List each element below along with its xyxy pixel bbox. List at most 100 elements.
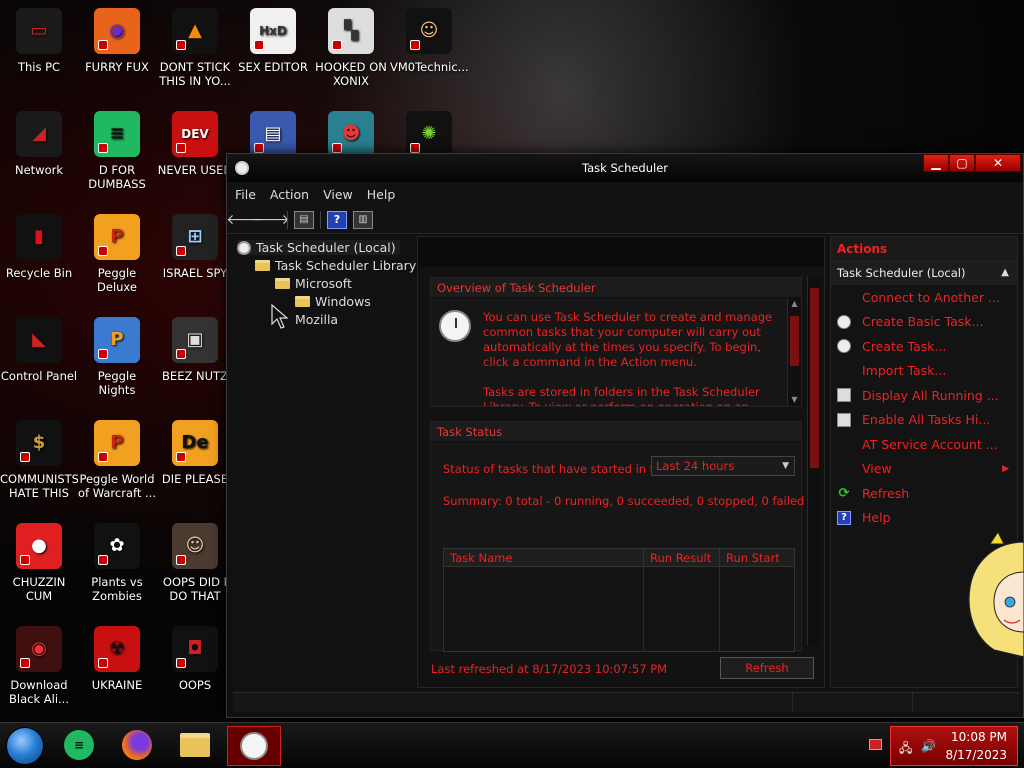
desktop-icon[interactable]: $ COMMUNISTS HATE THIS G... (0, 420, 78, 502)
clock-date[interactable]: 8/17/2023 (945, 748, 1007, 762)
desktop-icon[interactable]: De DIE PLEASE (156, 420, 234, 486)
shortcut-badge-icon (98, 452, 108, 462)
menu-action[interactable]: Action (270, 187, 309, 202)
desktop-icon-label: This PC (17, 60, 61, 74)
action-center-flag-icon[interactable] (869, 739, 882, 750)
column-run-start[interactable]: Run Start (720, 549, 794, 566)
action-item[interactable]: Create Basic Task... (831, 310, 1017, 335)
shortcut-badge-icon (20, 658, 30, 668)
actions-group-header[interactable]: Task Scheduler (Local) ▲ (831, 261, 1017, 285)
system-tray: 🖧 🔊 10:08 PM 8/17/2023 (890, 726, 1018, 766)
desktop-icon[interactable]: ☺ VM0Technic... (390, 8, 468, 74)
desktop-icon[interactable]: ● CHUZZIN CUM (0, 523, 78, 603)
shortcut-badge-icon (254, 40, 264, 50)
close-button[interactable]: ✕ (975, 154, 1021, 172)
action-item[interactable]: Connect to Another ... (831, 285, 1017, 310)
overview-paragraph: Tasks are stored in folders in the Task … (483, 385, 760, 406)
action-item[interactable]: Import Task... (831, 359, 1017, 384)
tree-item-task-scheduler-local[interactable]: Task Scheduler (Local) (237, 240, 400, 255)
desktop-icon[interactable]: ▭ This PC (0, 8, 78, 74)
desktop-icon[interactable]: ◘ OOPS (156, 626, 234, 692)
peggle-nights-icon: P (94, 317, 140, 363)
taskbar-chat-app-icon[interactable]: ≡ (62, 728, 96, 762)
table-body[interactable] (444, 567, 794, 651)
desktop-icon[interactable]: P Peggle Deluxe (78, 214, 156, 294)
action-item[interactable]: Display All Running ... (831, 383, 1017, 408)
tree-item-microsoft[interactable]: Microsoft (275, 276, 352, 291)
overview-scrollbar[interactable]: ▲ ▼ (787, 298, 801, 406)
action-item[interactable]: ? Help (831, 506, 1017, 531)
desktop-icon[interactable]: ✿ Plants vs Zombies (78, 523, 156, 603)
desktop-icon-label: OOPS (178, 678, 212, 692)
status-range-select[interactable]: Last 24 hours ▼ (651, 456, 795, 476)
minimize-button[interactable]: ▁ (923, 154, 949, 172)
desktop-icon[interactable]: ▲ DONT STICK THIS IN YO... (156, 8, 234, 88)
hxd-icon: HxD (250, 8, 296, 54)
desktop-icon[interactable]: ◣ Control Panel (0, 317, 78, 383)
cartoon-character-icon (968, 532, 1024, 658)
desktop-icon[interactable]: P Peggle World of Warcraft ... (78, 420, 156, 500)
scroll-down-icon[interactable]: ▼ (788, 394, 801, 406)
taskbar-task-scheduler-icon[interactable] (227, 726, 281, 766)
action-item[interactable]: Enable All Tasks Hi... (831, 408, 1017, 433)
task-status-header[interactable]: Task Status (431, 422, 801, 442)
action-item[interactable]: ⟳ Refresh (831, 481, 1017, 506)
maximize-button[interactable]: ▢ (949, 154, 975, 172)
tree-item-windows[interactable]: Windows (295, 294, 371, 309)
menu-view[interactable]: View (323, 187, 353, 202)
scroll-thumb[interactable] (810, 288, 819, 468)
actions-group-label: Task Scheduler (Local) (837, 266, 966, 280)
desktop-icon[interactable]: ≡ D FOR DUMBASS (78, 111, 156, 191)
taskbar-firefox-icon[interactable] (120, 728, 154, 762)
toolbar-divider (320, 210, 321, 229)
shortcut-badge-icon (98, 349, 108, 359)
shortcut-badge-icon (254, 143, 264, 153)
action-item[interactable]: View ▶ (831, 457, 1017, 482)
clock-time[interactable]: 10:08 PM (951, 730, 1007, 744)
desktop-icon[interactable]: DEV NEVER USED (156, 111, 234, 177)
desktop-icon[interactable]: P Peggle Nights Deluxe (78, 317, 156, 399)
desktop-icon[interactable]: HxD SEX EDITOR (234, 8, 312, 74)
lime-icon: ✺ (406, 111, 452, 157)
show-hide-console-tree-icon[interactable]: ▤ (294, 210, 314, 229)
show-hide-action-pane-icon[interactable]: ▥ (353, 210, 373, 229)
desktop-icon[interactable]: ◢ Network (0, 111, 78, 177)
desktop-icon-label: Peggle World of Warcraft ... (78, 472, 156, 500)
network-icon[interactable]: 🖧 (899, 739, 912, 760)
column-task-name[interactable]: Task Name (444, 549, 644, 566)
action-item-label: Help (862, 510, 891, 526)
collapse-up-icon[interactable]: ▲ (1001, 261, 1009, 285)
desktop-icon-label: VM0Technic... (390, 60, 468, 74)
scroll-up-icon[interactable]: ▲ (788, 298, 801, 310)
shortcut-badge-icon (176, 452, 186, 462)
start-button[interactable] (6, 727, 44, 765)
taskbar-file-explorer-icon[interactable] (178, 728, 212, 762)
desktop-icon[interactable]: ◉ Download Black Ali... (0, 626, 78, 706)
help-icon[interactable]: ? (327, 210, 347, 229)
desktop-icon[interactable]: ☢ UKRAINE (78, 626, 156, 692)
volume-icon[interactable]: 🔊 (921, 739, 936, 753)
column-run-result[interactable]: Run Result (644, 549, 720, 566)
action-item[interactable]: Create Task... (831, 334, 1017, 359)
title-bar[interactable]: Task Scheduler ▁ ▢ ✕ (227, 154, 1023, 182)
overview-header[interactable]: Overview of Task Scheduler (431, 278, 801, 298)
die-app-icon: De (172, 420, 218, 466)
desktop-icon[interactable]: ☺ OOPS DID I DO THAT (156, 523, 234, 603)
forward-arrow-icon[interactable]: 🡒 (252, 211, 290, 229)
scroll-thumb[interactable] (790, 316, 799, 366)
shortcut-badge-icon (176, 40, 186, 50)
desktop-icon[interactable]: ▚ HOOKED ON XONIX (312, 8, 390, 88)
shortcut-badge-icon (176, 246, 186, 256)
desktop-icon[interactable]: ▮ Recycle Bin (0, 214, 78, 280)
desktop-icon[interactable]: ◉ FURRY FUX (78, 8, 156, 74)
menu-help[interactable]: Help (367, 187, 396, 202)
action-item[interactable]: AT Service Account ... (831, 432, 1017, 457)
tree-item-task-scheduler-library[interactable]: Task Scheduler Library (255, 258, 416, 273)
desktop-icon[interactable]: ⊞ ISRAEL SPY (156, 214, 234, 280)
chuzzle-icon: ● (16, 523, 62, 569)
summary-scrollbar[interactable] (807, 276, 821, 646)
desktop-icon[interactable]: ▣ BEEZ NUTZ (156, 317, 234, 383)
action-item-label: Create Task... (862, 338, 947, 354)
refresh-button[interactable]: Refresh (720, 657, 814, 679)
menu-file[interactable]: File (235, 187, 256, 202)
